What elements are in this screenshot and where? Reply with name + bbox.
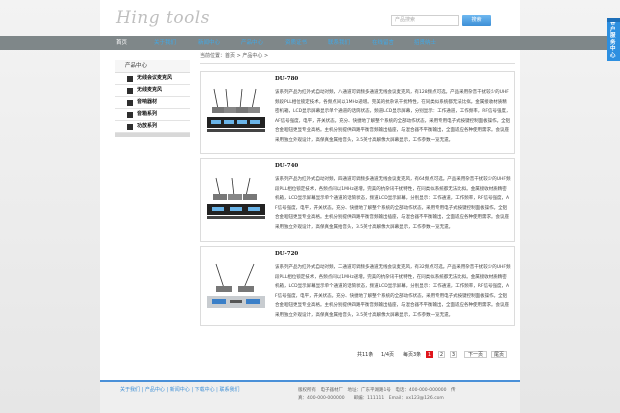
nav-certificates[interactable]: 资质证书 [285,36,307,50]
nav-contact[interactable]: 联系我们 [328,36,350,50]
footer-line-1: 版权所有 电子器材厂 地址：广东平湖路1号 电话：400-000-000000 … [298,388,456,393]
breadcrumb-divider [200,63,515,64]
page-1-button[interactable]: 1 [426,351,433,358]
nav-home[interactable]: 首页 [116,36,127,50]
search-input[interactable]: 产品搜索 [391,15,459,26]
product-description: 该系列产品为红外式自动对频，二通道可调频多通道无线会议麦克风，有32频点可选。产… [275,265,511,318]
product-card[interactable]: DU-740 该系列产品为红外式自动对频，四通道可调频多通道无线会议麦克风，有6… [200,158,515,242]
product-description: 该系列产品为红外式自动对频，八通道可调频多通道无线会议麦克风，有128频点可选。… [275,90,511,143]
last-page-button[interactable]: 尾页 [491,351,507,358]
customer-service-tab[interactable]: 客户服务中心 [607,18,620,61]
next-page-button[interactable]: 下一页 [464,351,487,358]
page: Hing tools 产品搜索 搜索 首页 关于我们 新闻中心 产品中心 资质证… [0,0,620,413]
sidebar: 产品中心 无线会议麦克风 无线麦克风 音响器材 音箱系列 功放系列 [115,60,190,137]
sidebar-item-amplifiers[interactable]: 功放系列 [115,121,190,133]
page-3-button[interactable]: 3 [450,351,457,358]
sidebar-item-wireless-mic[interactable]: 无线麦克风 [115,85,190,97]
product-card[interactable]: DU-720 该系列产品为红外式自动对频，二通道可调频多通道无线会议麦克风，有3… [200,246,515,326]
footer-info: 版权所有 电子器材厂 地址：广东平湖路1号 电话：400-000-000000 … [298,387,455,403]
nav-message[interactable]: 在线留言 [372,36,394,50]
product-image[interactable] [204,79,268,142]
product-title[interactable]: DU-720 [275,251,298,257]
nav-jobs[interactable]: 招贤纳士 [414,36,436,50]
customer-service-close[interactable] [607,18,620,22]
footer: 关于我们 | 产品中心 | 新闻中心 | 下载中心 | 联系我们 版权所有 电子… [100,382,520,413]
search-button[interactable]: 搜索 [462,15,491,26]
sidebar-item-audio-equipment[interactable]: 音响器材 [115,97,190,109]
product-card[interactable]: DU-780 该系列产品为红外式自动对频，八通道可调频多通道无线会议麦克风，有1… [200,71,515,154]
product-image[interactable] [204,254,268,317]
footer-links[interactable]: 关于我们 | 产品中心 | 新闻中心 | 下载中心 | 联系我们 [120,386,239,393]
nav-about[interactable]: 关于我们 [154,36,176,50]
product-title[interactable]: DU-780 [275,76,298,82]
site-logo[interactable]: Hing tools [116,8,210,28]
product-title[interactable]: DU-740 [275,163,298,169]
product-image[interactable] [204,166,268,229]
sidebar-item-wireless-conference-mic[interactable]: 无线会议麦克风 [115,73,190,85]
product-description: 该系列产品为红外式自动对频，四通道可调频多通道无线会议麦克风，有64频点可选。产… [275,177,511,230]
breadcrumb: 当前位置：首页 > 产品中心 > [200,53,269,59]
page-count: 1/4页 [381,352,395,358]
nav-news[interactable]: 新闻中心 [198,36,220,50]
per-page: 每页3条 [403,352,422,358]
page-2-button[interactable]: 2 [438,351,445,358]
footer-line-2: 真：400-000-000000 邮编：111111 Email：xx123@1… [298,396,444,401]
sidebar-item-speakers[interactable]: 音箱系列 [115,109,190,121]
nav-products[interactable]: 产品中心 [241,36,263,50]
sidebar-title: 产品中心 [115,60,190,73]
main-nav: 首页 关于我们 新闻中心 产品中心 资质证书 联系我们 在线留言 招贤纳士 [100,36,520,50]
sidebar-divider [115,133,190,137]
total-count: 共11条 [357,352,374,358]
